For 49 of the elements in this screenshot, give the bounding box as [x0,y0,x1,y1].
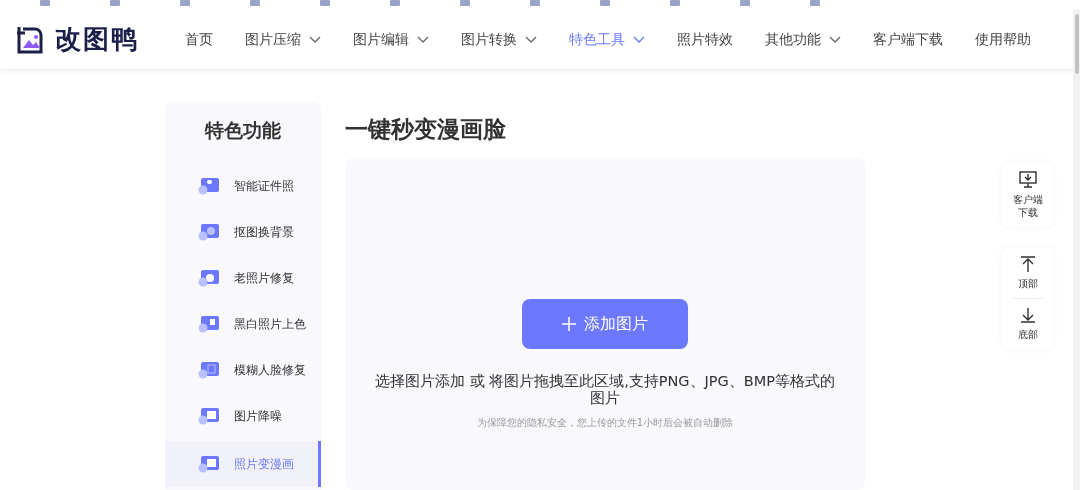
bookmark-icon[interactable] [320,0,330,6]
sidebar-item[interactable]: 抠图换背景 [165,208,321,255]
photo-tool-icon [198,176,220,195]
arrow-up-icon [1019,256,1036,272]
bookmark-icon[interactable] [180,0,190,6]
plus-icon [562,316,576,331]
monitor-download-icon [1017,171,1038,189]
sidebar-item[interactable]: 图片降噪 [165,392,321,439]
nav-item[interactable]: 首页 [169,29,229,50]
bookmark-icon[interactable] [40,0,50,6]
to-bottom-button[interactable]: 底部 [1002,299,1053,349]
sidebar-item[interactable]: 模糊人脸修复 [165,346,321,393]
logo-text[interactable]: 改图鸭 [55,20,139,59]
nav-item[interactable]: 图片编辑 [337,29,445,50]
bookmark-icon[interactable] [530,0,540,6]
photo-tool-icon [198,268,220,287]
client-download-button[interactable]: 客户端下载 [1002,163,1053,227]
privacy-note: 为保障您的隐私安全，您上传的文件1小时后会被自动删除 [476,415,734,430]
sidebar-item[interactable]: 黑白照片上色 [165,300,321,347]
bookmark-icon[interactable] [600,0,610,6]
bookmark-icon[interactable] [670,0,680,6]
sidebar-item[interactable]: 智能证件照 [165,162,321,209]
bookmark-icon[interactable] [460,0,470,6]
bookmark-icon[interactable] [110,0,120,6]
add-image-button[interactable]: 添加图片 [522,298,688,349]
bookmark-icon[interactable] [740,0,750,6]
nav-item[interactable]: 特色工具 [553,29,661,50]
arrow-down-icon [1019,307,1036,323]
page-title: 一键秒变漫画脸 [345,115,507,144]
nav-item[interactable]: 图片压缩 [229,29,337,50]
upload-drop-area[interactable]: 添加图片 选择图片添加 或 将图片拖拽至此区域,支持PNG、JPG、BMP等格式的图片 为保障您的隐私安全，您上传的文件1小时后会被自动删除 [345,157,865,490]
nav-item[interactable]: 使用帮助 [959,29,1047,50]
bookmark-icon[interactable] [810,0,820,6]
back-to-top-button[interactable]: 顶部 [1002,248,1053,298]
bookmark-icon[interactable] [250,0,260,6]
bookmark-icon[interactable] [390,0,400,6]
photo-tool-icon [198,314,220,333]
photo-tool-icon [198,454,220,473]
nav-item[interactable]: 其他功能 [749,29,857,50]
photo-tool-icon [198,360,220,379]
nav-item[interactable]: 照片特效 [661,29,749,50]
photo-tool-icon [198,406,220,425]
nav-item[interactable]: 图片转换 [445,29,553,50]
sidebar-item[interactable]: 老照片修复 [165,254,321,301]
upload-hint: 选择图片添加 或 将图片拖拽至此区域,支持PNG、JPG、BMP等格式的图片 [373,372,837,407]
photo-tool-icon [198,222,220,241]
nav-item[interactable]: 客户端下载 [857,29,959,50]
sidebar-title: 特色功能 [203,118,282,143]
scrollbar-thumb[interactable] [1075,14,1079,74]
